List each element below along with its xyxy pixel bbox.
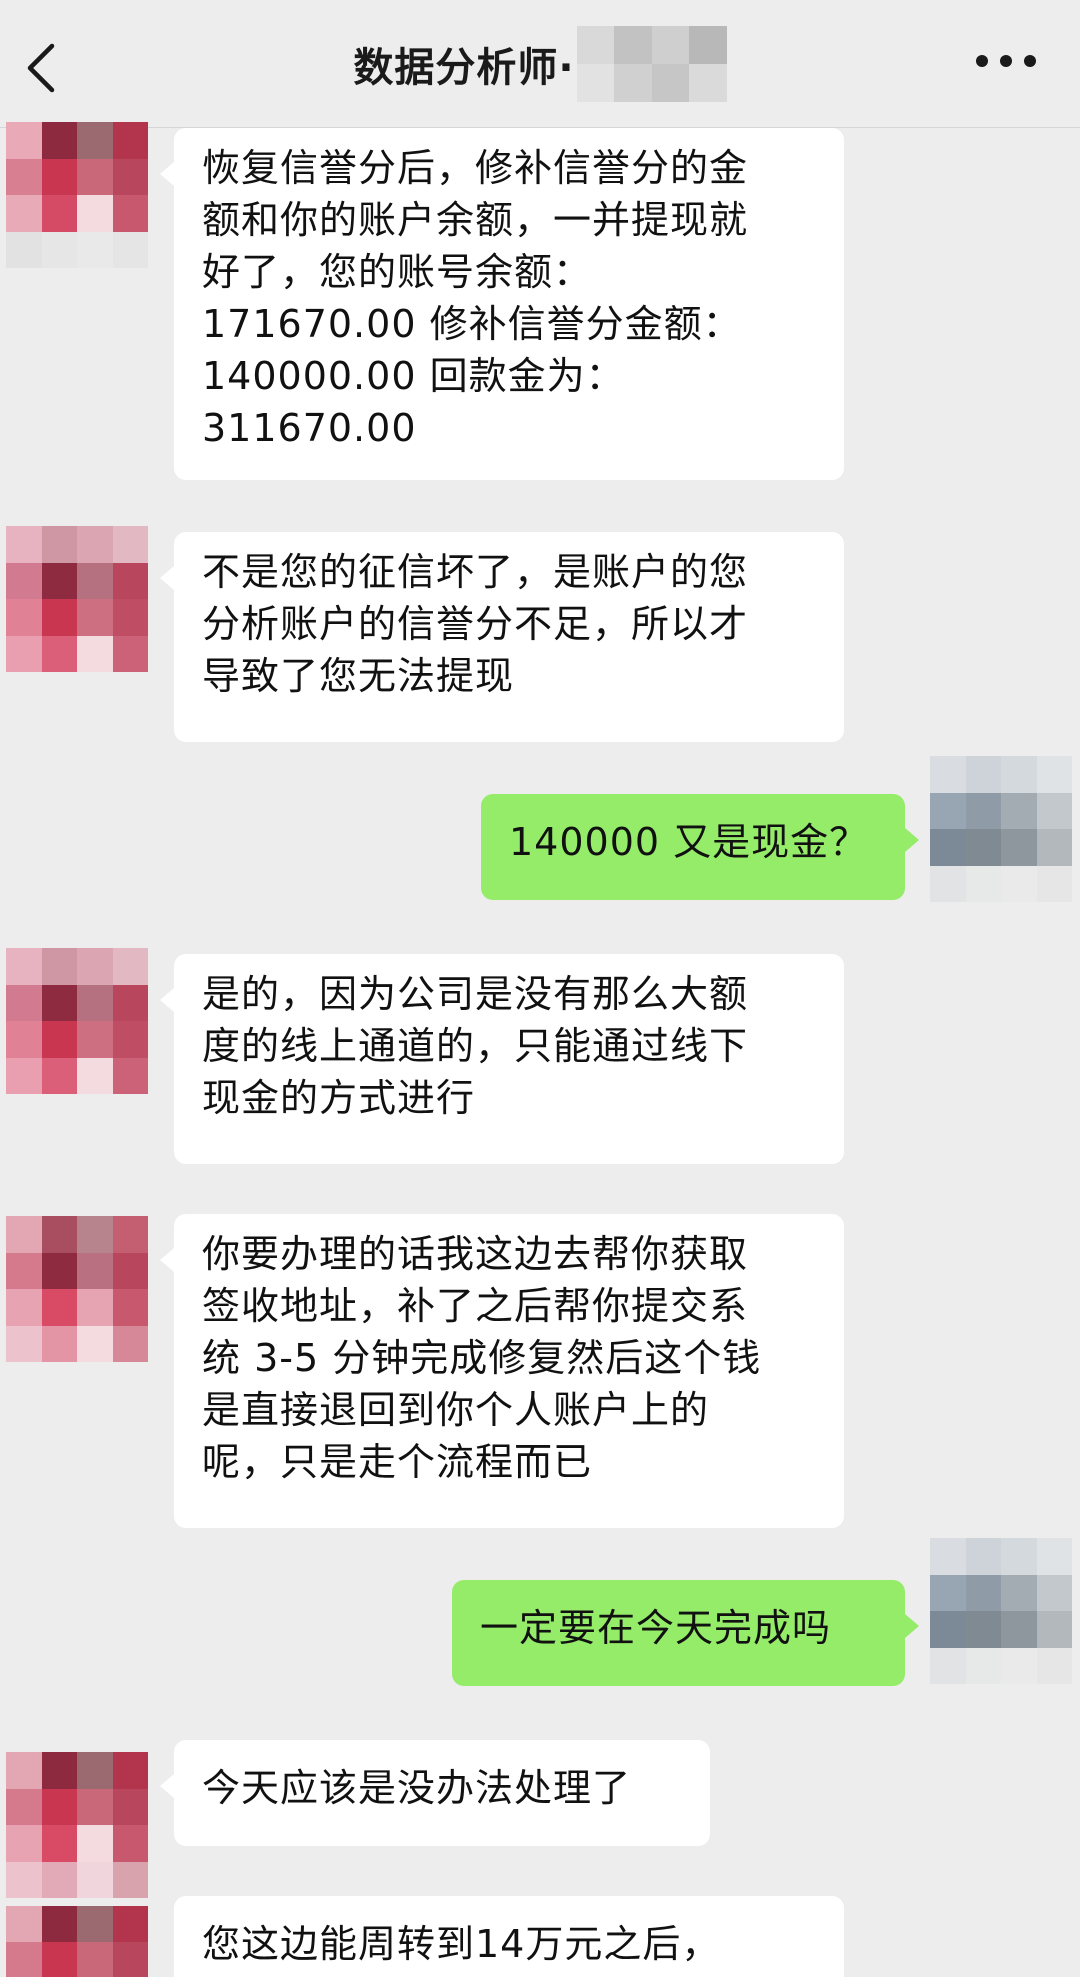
message-bubble-incoming[interactable]: 恢复信誉分后，修补信誉分的金 额和你的账户余额，一并提现就 好了，您的账号余额：… bbox=[160, 128, 844, 480]
contact-avatar[interactable] bbox=[6, 122, 148, 268]
message-bubble-outgoing[interactable]: 140000 又是现金？ bbox=[481, 794, 919, 900]
user-avatar[interactable] bbox=[930, 756, 1072, 902]
contact-avatar[interactable] bbox=[6, 948, 148, 1094]
message-bubble-outgoing[interactable]: 一定要在今天完成吗 bbox=[452, 1580, 919, 1686]
message-bubble-incoming[interactable]: 不是您的征信坏了，是账户的您 分析账户的信誉分不足，所以才 导致了您无法提现 bbox=[160, 532, 844, 742]
message-bubble-incoming[interactable]: 今天应该是没办法处理了 bbox=[160, 1740, 710, 1846]
contact-avatar[interactable] bbox=[6, 526, 148, 672]
chat-title: 数据分析师· bbox=[353, 45, 575, 91]
contact-avatar[interactable] bbox=[6, 1752, 148, 1898]
contact-avatar[interactable] bbox=[6, 1906, 148, 1977]
chat-header: 数据分析师· bbox=[0, 0, 1080, 128]
more-horizontal-icon[interactable] bbox=[976, 46, 1036, 76]
contact-avatar[interactable] bbox=[6, 1216, 148, 1362]
message-bubble-incoming[interactable]: 您这边能周转到14万元之后， bbox=[174, 1896, 844, 1977]
title-redaction bbox=[576, 26, 727, 102]
message-bubble-incoming[interactable]: 是的，因为公司是没有那么大额 度的线上通道的，只能通过线下 现金的方式进行 bbox=[160, 954, 844, 1164]
user-avatar[interactable] bbox=[930, 1538, 1072, 1684]
title-wrap: 数据分析师· bbox=[0, 0, 1080, 128]
message-bubble-incoming[interactable]: 你要办理的话我这边去帮你获取 签收地址，补了之后帮你提交系 统 3-5 分钟完成… bbox=[160, 1214, 844, 1528]
